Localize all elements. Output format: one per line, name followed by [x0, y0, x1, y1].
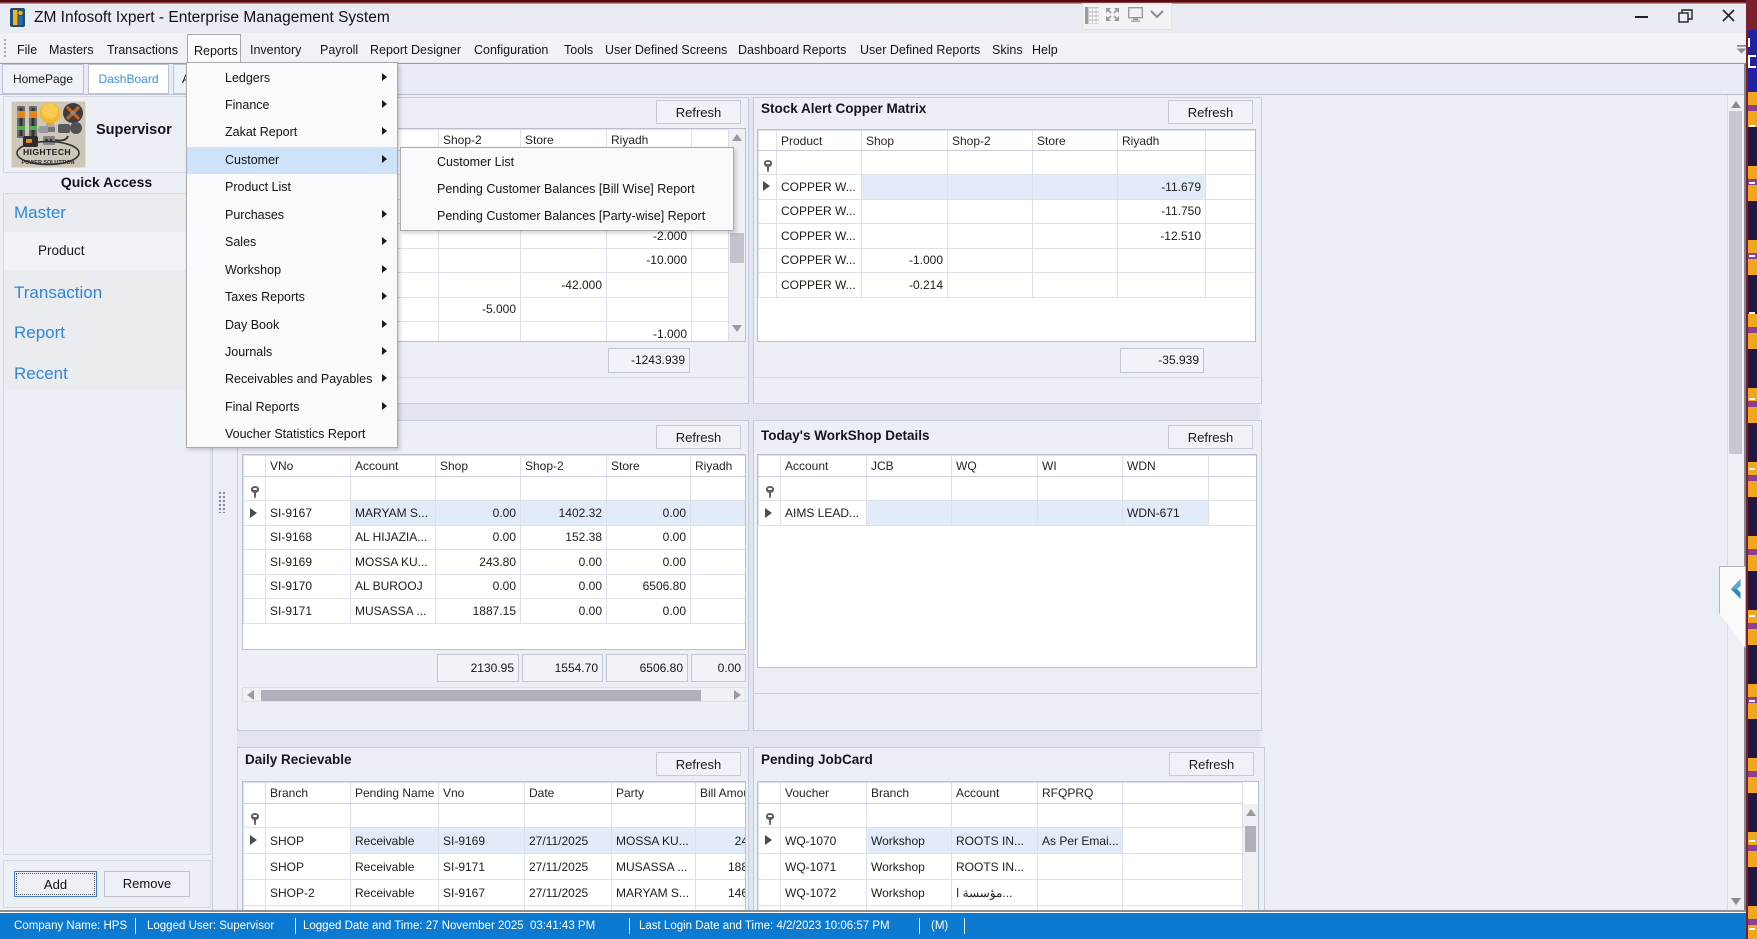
- svg-text:POWER SOLUTTION: POWER SOLUTTION: [21, 160, 74, 166]
- svg-text:HIGHTECH: HIGHTECH: [23, 147, 71, 157]
